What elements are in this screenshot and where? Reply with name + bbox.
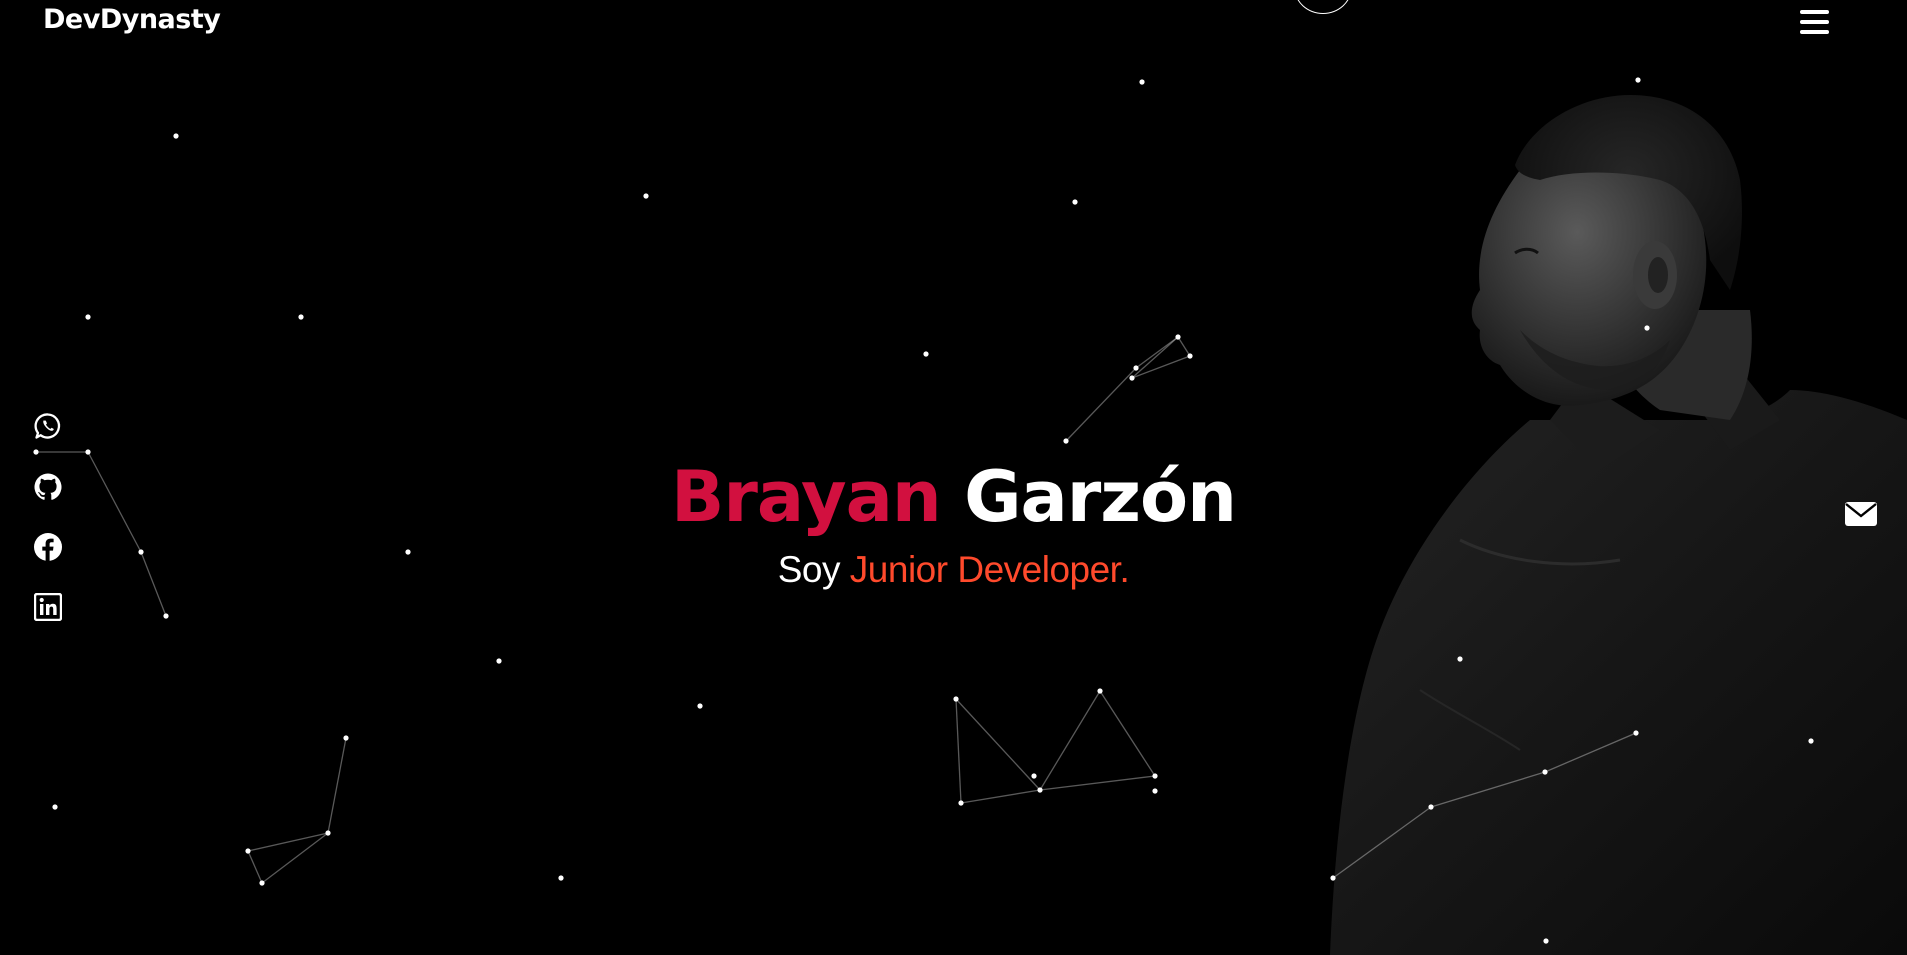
hero-last-name: Garzón [964, 456, 1237, 538]
constellation-line [960, 789, 1041, 804]
brand-logo[interactable]: DevDynasty [43, 4, 221, 35]
particle-dot [85, 314, 91, 320]
particle-dot [558, 875, 564, 881]
particle-dot [1063, 438, 1069, 444]
particle-dot [173, 133, 179, 139]
constellation-line [247, 850, 263, 884]
constellation-line [1099, 690, 1156, 777]
particle-dot [1635, 77, 1641, 83]
constellation-line [1039, 775, 1156, 791]
whatsapp-link[interactable] [32, 410, 64, 442]
page: DevDynasty Brayan Garzón Soy Junior Deve… [0, 0, 1907, 955]
particle-dot [1175, 334, 1181, 340]
particle-dot [1097, 688, 1103, 694]
constellation-line [1039, 690, 1101, 791]
hero-role: Junior Developer. [849, 549, 1130, 590]
particle-dot [643, 193, 649, 199]
particle-dot [343, 735, 349, 741]
particle-dot [298, 314, 304, 320]
particle-dot [245, 848, 251, 854]
particle-dot [1139, 79, 1145, 85]
particle-dot [1428, 804, 1434, 810]
particle-dot [163, 613, 169, 619]
particle-dot [953, 696, 959, 702]
particle-dot [1152, 773, 1158, 779]
particle-dot [1133, 365, 1139, 371]
constellation-line [1177, 336, 1191, 357]
particle-dot [958, 800, 964, 806]
particle-dot [259, 880, 265, 886]
constellation-line [1131, 355, 1191, 379]
particle-dot [496, 658, 502, 664]
hero-first-name: Brayan [671, 456, 942, 538]
hero-subtitle: Soy Junior Developer. [0, 548, 1907, 592]
particle-dot [1072, 199, 1078, 205]
constellation-line [1065, 367, 1137, 442]
particle-dot [697, 703, 703, 709]
hero-intro: Soy [777, 549, 841, 590]
particle-dot [325, 830, 331, 836]
particle-dot [1129, 375, 1135, 381]
particle-dot [1031, 773, 1037, 779]
particle-dot [923, 351, 929, 357]
particle-dot [1152, 788, 1158, 794]
constellation-line [327, 737, 347, 834]
constellation-line [955, 698, 1041, 791]
particle-dot [33, 449, 39, 455]
constellation-line [1131, 336, 1179, 379]
particle-dot [1644, 325, 1650, 331]
particle-dot [1542, 769, 1548, 775]
particle-dot [1543, 938, 1549, 944]
linkedin-link[interactable] [32, 591, 64, 623]
particle-dot [1808, 738, 1814, 744]
hamburger-menu-icon[interactable] [1800, 10, 1830, 34]
particle-dot [1037, 787, 1043, 793]
particle-dot [1457, 656, 1463, 662]
hero-name: Brayan Garzón [0, 455, 1907, 539]
particle-dot [85, 449, 91, 455]
linkedin-icon [34, 593, 62, 621]
constellation-line [1332, 806, 1432, 879]
particle-dot [1330, 875, 1336, 881]
constellation-line [1544, 732, 1637, 773]
particle-dot [1187, 353, 1193, 359]
whatsapp-icon [34, 413, 61, 439]
particle-dot [1633, 730, 1639, 736]
particle-dot [52, 804, 58, 810]
constellation-line [955, 698, 962, 804]
constellation-line [1430, 771, 1546, 808]
